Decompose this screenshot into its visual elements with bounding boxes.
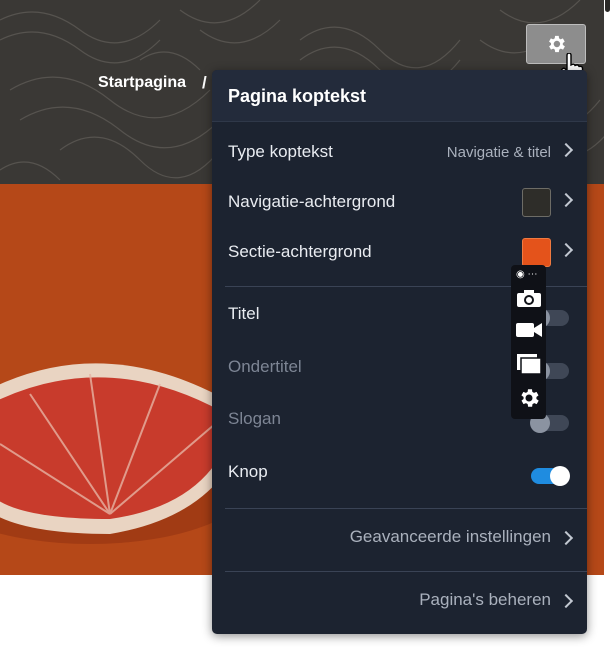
manage-pages-label: Pagina's beheren [419, 590, 551, 609]
section-background-label: Sectie-achtergrond [228, 242, 372, 261]
header-type-label: Type koptekst [228, 142, 333, 161]
video-icon[interactable] [515, 317, 543, 343]
manage-pages-link[interactable]: Pagina's beheren [212, 581, 587, 621]
panel-title: Pagina koptekst [228, 86, 367, 106]
window-icon[interactable] [515, 351, 543, 377]
chevron-right-icon [558, 192, 574, 208]
button-toggle[interactable] [531, 466, 570, 486]
advanced-settings-link[interactable]: Geavanceerde instellingen [212, 518, 587, 558]
chevron-right-icon [558, 530, 574, 546]
nav-background-label: Navigatie-achtergrond [228, 192, 396, 211]
capture-toolbar: ◉ ⋯ [511, 265, 546, 419]
divider [225, 508, 587, 509]
breadcrumb-home[interactable]: Startpagina [98, 74, 186, 92]
header-type-value: Navigatie & titel [446, 144, 551, 161]
settings-icon[interactable] [515, 385, 543, 411]
title-toggle-label: Titel [228, 304, 260, 323]
subtitle-toggle-label: Ondertitel [228, 357, 302, 376]
toggle-row-button: Knop [212, 450, 587, 496]
advanced-settings-label: Geavanceerde instellingen [349, 527, 551, 546]
panel-header: Pagina koptekst [212, 70, 587, 122]
window-edge [604, 0, 610, 651]
toolbar-more-icon[interactable]: ◉ ⋯ [516, 269, 538, 280]
chevron-right-icon [558, 593, 574, 609]
gear-icon [549, 35, 565, 53]
nav-background-swatch[interactable] [522, 188, 551, 217]
camera-icon[interactable] [515, 285, 543, 311]
slogan-toggle-label: Slogan [228, 409, 281, 428]
chevron-right-icon [558, 242, 574, 258]
section-background-swatch[interactable] [522, 238, 551, 267]
header-type-row[interactable]: Type koptekst Navigatie & titel [212, 130, 587, 176]
divider [225, 571, 587, 572]
chevron-right-icon [558, 142, 574, 158]
button-toggle-label: Knop [228, 462, 268, 481]
breadcrumb-separator: / [202, 73, 207, 92]
nav-background-row[interactable]: Navigatie-achtergrond [212, 180, 587, 226]
